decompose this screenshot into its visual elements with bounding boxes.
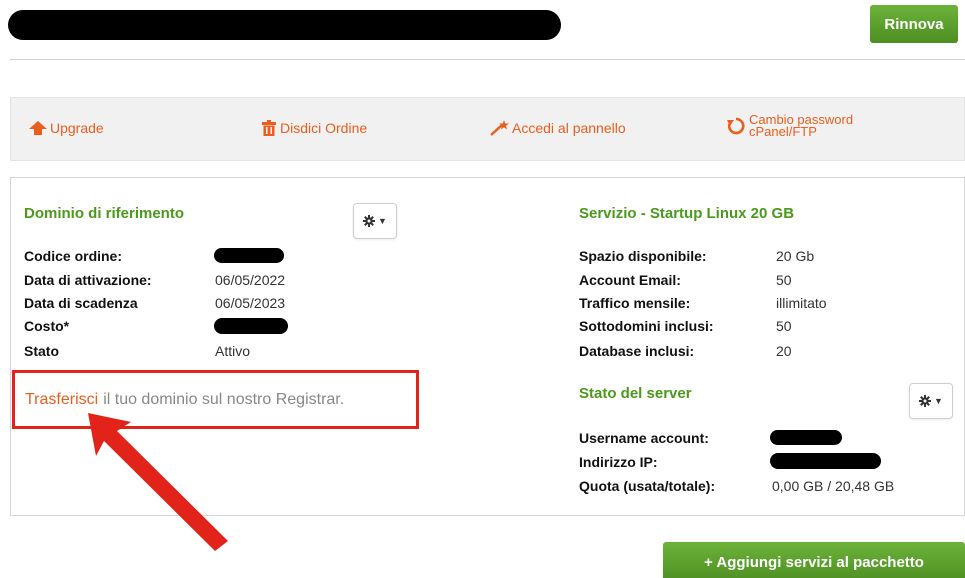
upgrade-link[interactable]: Upgrade (29, 120, 104, 136)
quota-label: Quota (usata/totale): (579, 478, 716, 494)
arrow-up-icon (29, 121, 47, 135)
service-section-title: Servizio - Startup Linux 20 GB (579, 205, 795, 222)
service-row-value: 50 (776, 318, 792, 334)
activation-date-value: 06/05/2022 (215, 272, 286, 288)
magic-wand-icon (490, 120, 509, 136)
expiry-date-value: 06/05/2023 (215, 295, 286, 311)
action-bar: Upgrade Disdici Ordine Accedi al pannell… (10, 97, 965, 161)
refresh-icon (727, 117, 745, 135)
username-redacted (770, 430, 842, 445)
quota-value: 0,00 GB / 20,48 GB (772, 478, 895, 494)
caret-down-icon: ▼ (378, 216, 387, 226)
cancel-order-label: Disdici Ordine (280, 120, 368, 136)
service-row-label: Traffico mensile: (579, 295, 691, 311)
cost-label: Costo* (24, 318, 70, 334)
change-password-link[interactable]: Cambio password cPanel/FTP (726, 113, 853, 139)
service-row-label: Database inclusi: (579, 343, 695, 359)
username-label: Username account: (579, 430, 709, 446)
change-password-line2: cPanel/FTP (749, 124, 817, 139)
renew-button[interactable]: Rinnova (870, 5, 958, 43)
ip-address-label: Indirizzo IP: (579, 454, 658, 470)
upgrade-label: Upgrade (50, 120, 104, 136)
caret-down-icon: ▼ (934, 396, 943, 406)
service-row-value: illimitato (776, 295, 827, 311)
ip-address-redacted (770, 453, 881, 469)
server-status-title: Stato del server (579, 385, 692, 402)
status-label: Stato (24, 343, 59, 359)
activation-date-label: Data di attivazione: (24, 272, 152, 288)
redacted-page-title (8, 10, 561, 40)
order-code-redacted (214, 248, 284, 263)
transfer-text: il tuo dominio sul nostro Registrar. (103, 390, 345, 408)
trash-icon (262, 120, 276, 136)
service-row-label: Account Email: (579, 272, 681, 288)
expiry-date-label: Data di scadenza (24, 295, 138, 311)
access-panel-link[interactable]: Accedi al pannello (489, 120, 626, 136)
cost-redacted (214, 318, 288, 334)
gear-icon (919, 395, 932, 407)
server-settings-dropdown[interactable]: ▼ (909, 383, 953, 419)
service-row-value: 20 (776, 343, 792, 359)
transfer-link[interactable]: Trasferisci (25, 391, 98, 409)
service-row-value: 20 Gb (776, 248, 815, 264)
transfer-domain-callout: Trasferisci il tuo dominio sul nostro Re… (12, 370, 419, 429)
add-services-button[interactable]: + Aggiungi servizi al pacchetto (663, 542, 965, 578)
cancel-order-link[interactable]: Disdici Ordine (261, 120, 367, 136)
service-row-value: 50 (776, 272, 792, 288)
status-value: Attivo (215, 343, 251, 359)
order-code-label: Codice ordine: (24, 248, 123, 264)
domain-section-title: Dominio di riferimento (24, 205, 185, 222)
divider (10, 59, 965, 60)
gear-icon (363, 215, 376, 227)
change-password-label: Cambio password cPanel/FTP (749, 113, 853, 139)
service-row-label: Sottodomini inclusi: (579, 318, 714, 334)
access-panel-label: Accedi al pannello (512, 120, 626, 136)
service-row-label: Spazio disponibile: (579, 248, 707, 264)
domain-settings-dropdown[interactable]: ▼ (353, 203, 397, 239)
